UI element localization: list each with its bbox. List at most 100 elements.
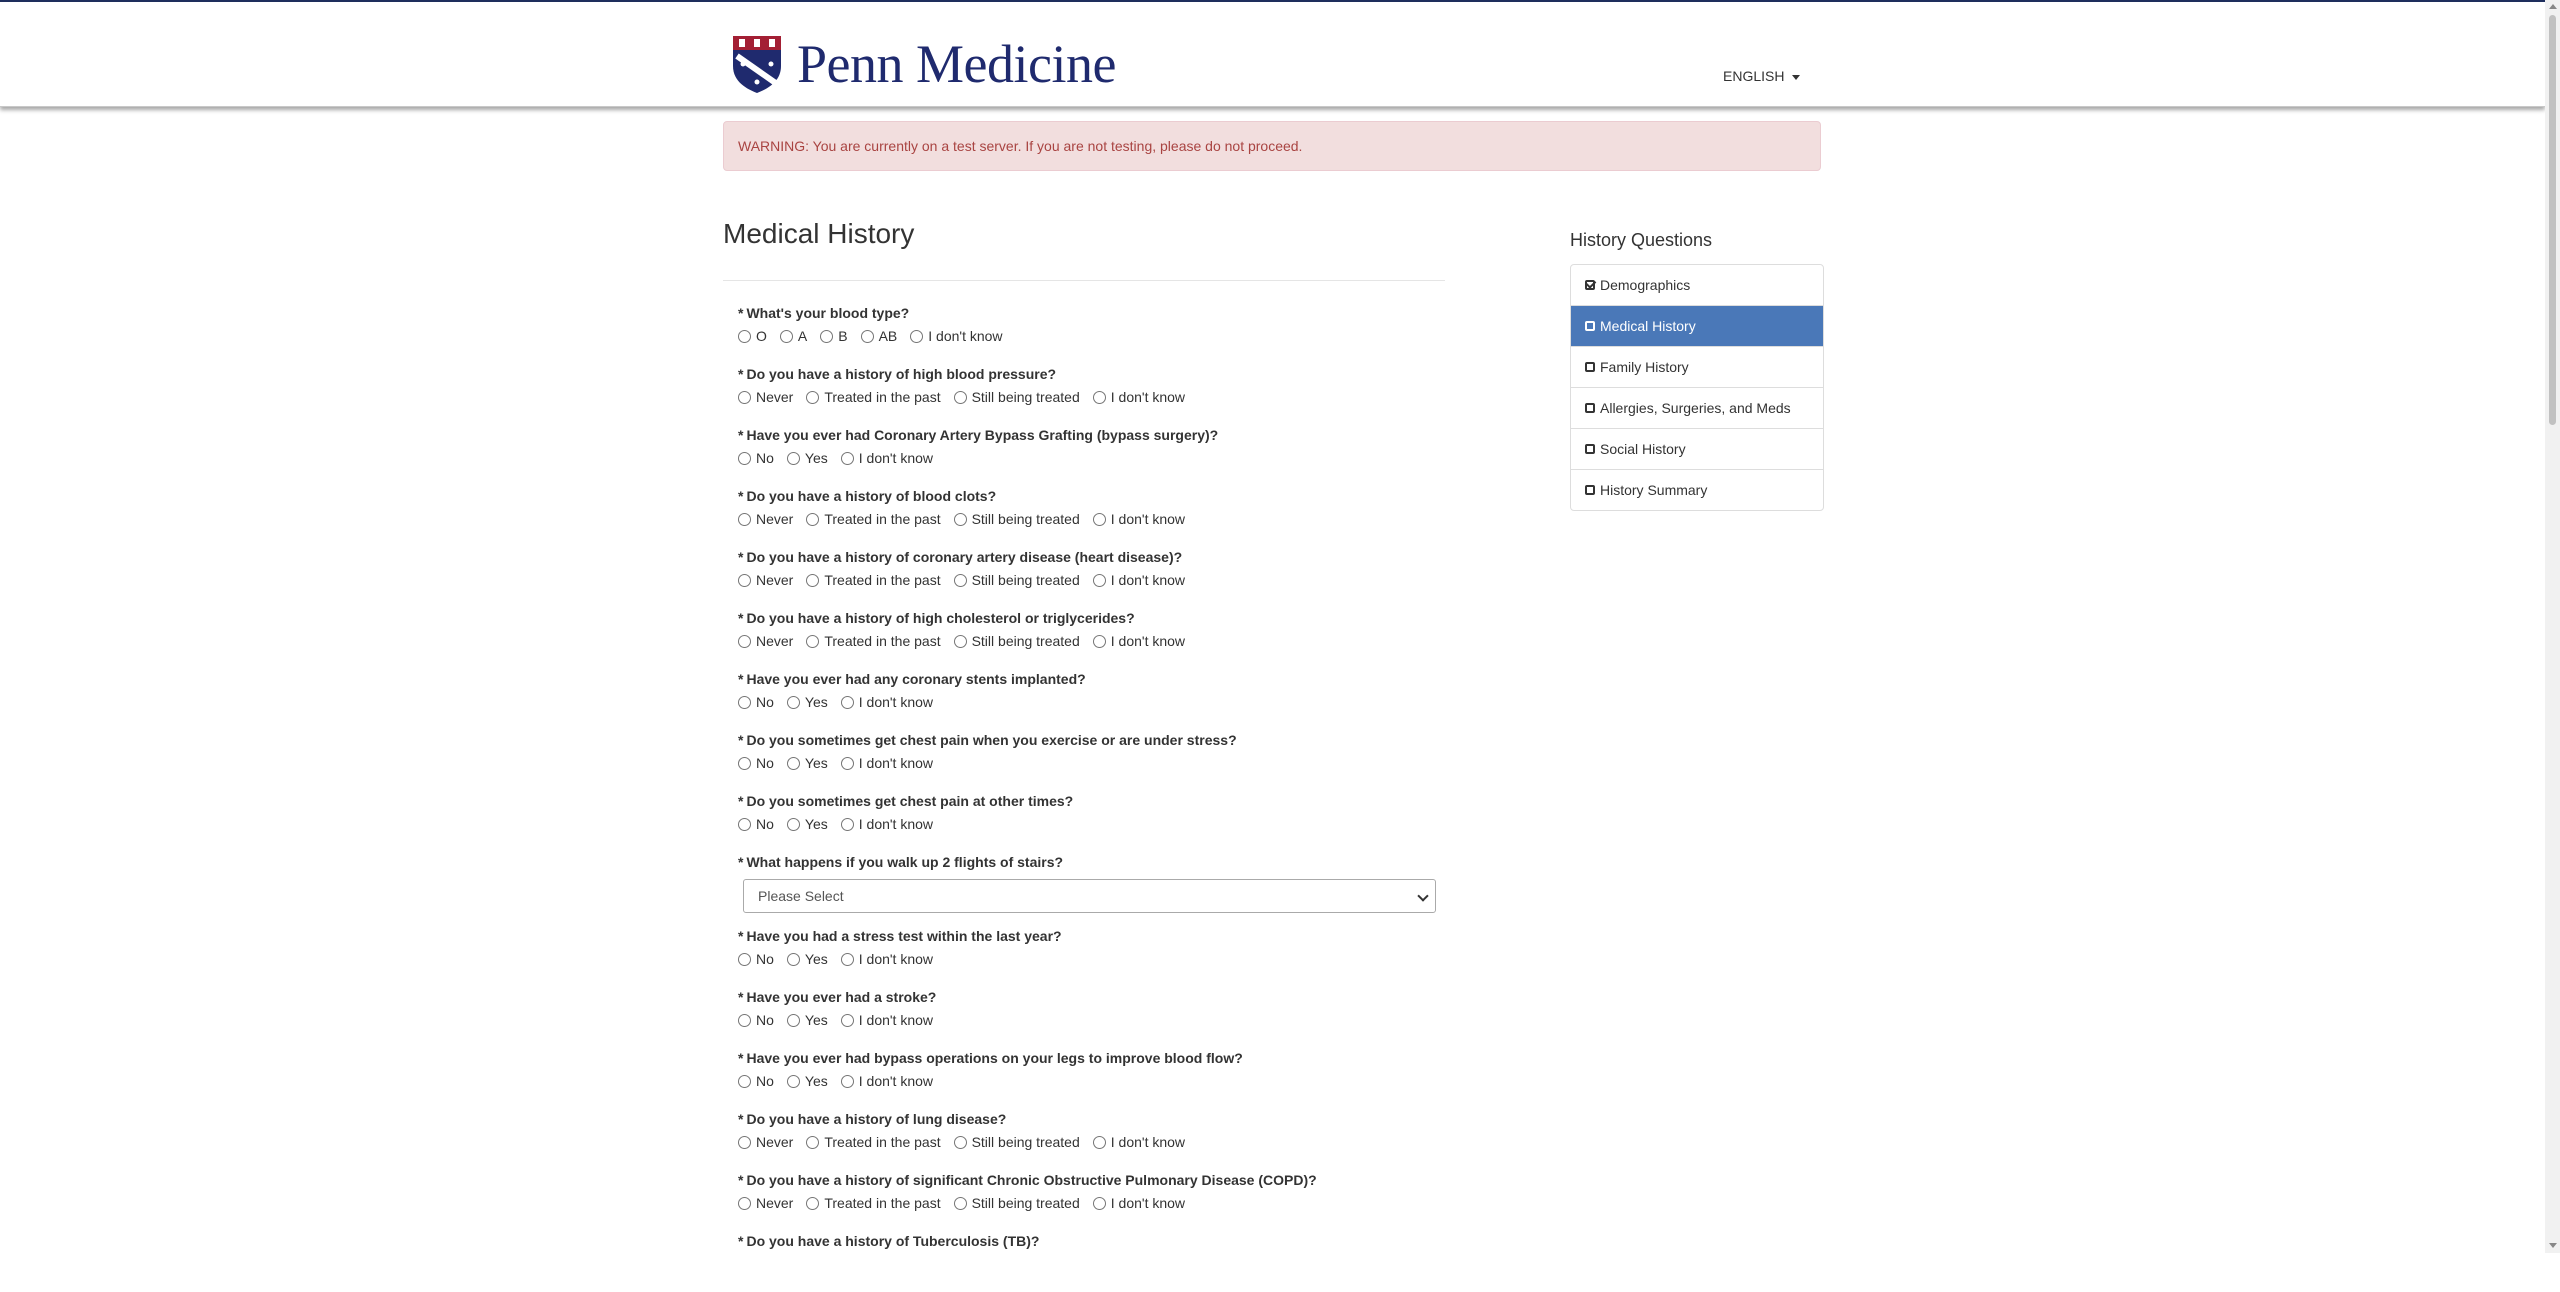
radio-option[interactable]: Yes [786,816,828,832]
radio-button[interactable] [840,451,854,465]
radio-button[interactable] [738,1074,751,1088]
radio-option[interactable]: No [738,694,774,710]
radio-option[interactable]: Never [738,389,793,405]
radio-button[interactable] [738,390,751,404]
radio-button[interactable] [1092,1135,1106,1149]
radio-button[interactable] [738,952,751,966]
language-dropdown[interactable]: ENGLISH [1723,68,1801,84]
radio-option[interactable]: Treated in the past [806,389,941,405]
radio-button[interactable] [840,1013,854,1027]
radio-button[interactable] [806,1196,820,1210]
scrollbar-thumb[interactable] [2549,15,2556,425]
radio-option[interactable]: Still being treated [953,572,1080,588]
radio-option[interactable]: Yes [786,1073,828,1089]
radio-option[interactable]: Never [738,1195,793,1211]
radio-option[interactable]: No [738,816,774,832]
radio-button[interactable] [786,1074,800,1088]
radio-button[interactable] [806,390,820,404]
radio-option[interactable]: I don't know [840,1073,933,1089]
radio-button[interactable] [1092,1196,1106,1210]
radio-option[interactable]: I don't know [1092,572,1185,588]
radio-option[interactable]: I don't know [840,450,933,466]
radio-option[interactable]: No [738,1012,774,1028]
radio-option[interactable]: Still being treated [953,633,1080,649]
radio-option[interactable]: Never [738,1134,793,1150]
radio-button[interactable] [738,1135,751,1149]
radio-option[interactable]: I don't know [840,816,933,832]
radio-button[interactable] [779,329,793,343]
radio-button[interactable] [738,329,751,343]
radio-button[interactable] [806,634,820,648]
radio-button[interactable] [840,695,854,709]
sidebar-item-family-history[interactable]: Family History [1571,347,1823,388]
sidebar-item-medical-history[interactable]: Medical History [1571,306,1823,347]
radio-button[interactable] [1092,634,1106,648]
radio-button[interactable] [738,1013,751,1027]
radio-button[interactable] [840,952,854,966]
radio-option[interactable]: Never [738,511,793,527]
radio-option[interactable]: No [738,951,774,967]
radio-option[interactable]: B [820,328,848,344]
radio-option[interactable]: Still being treated [953,1195,1080,1211]
radio-button[interactable] [953,573,967,587]
radio-button[interactable] [738,817,751,831]
radio-button[interactable] [1092,573,1106,587]
radio-button[interactable] [786,756,800,770]
radio-button[interactable] [738,1196,751,1210]
brand-logo[interactable]: Penn Medicine [731,34,1116,94]
radio-option[interactable]: I don't know [1092,511,1185,527]
radio-option[interactable]: Treated in the past [806,1134,941,1150]
sidebar-item-allergies-surgeries-and-meds[interactable]: Allergies, Surgeries, and Meds [1571,388,1823,429]
radio-button[interactable] [786,952,800,966]
radio-option[interactable]: Yes [786,951,828,967]
radio-option[interactable]: I don't know [1092,633,1185,649]
sidebar-item-history-summary[interactable]: History Summary [1571,470,1823,510]
radio-option[interactable]: Still being treated [953,389,1080,405]
radio-option[interactable]: No [738,755,774,771]
radio-button[interactable] [953,512,967,526]
radio-option[interactable]: Still being treated [953,511,1080,527]
radio-option[interactable]: Never [738,633,793,649]
radio-button[interactable] [786,695,800,709]
radio-button[interactable] [786,1013,800,1027]
sidebar-item-social-history[interactable]: Social History [1571,429,1823,470]
sidebar-item-demographics[interactable]: Demographics [1571,265,1823,306]
radio-button[interactable] [1092,390,1106,404]
radio-option[interactable]: No [738,450,774,466]
radio-button[interactable] [840,1074,854,1088]
radio-option[interactable]: Still being treated [953,1134,1080,1150]
scroll-down-icon[interactable] [2549,1243,2557,1248]
radio-option[interactable]: I don't know [1092,389,1185,405]
radio-option[interactable]: Never [738,572,793,588]
radio-option[interactable]: I don't know [840,755,933,771]
radio-option[interactable]: Yes [786,694,828,710]
radio-button[interactable] [738,512,751,526]
radio-option[interactable]: I don't know [840,694,933,710]
radio-option[interactable]: Treated in the past [806,633,941,649]
radio-option[interactable]: Treated in the past [806,1195,941,1211]
radio-button[interactable] [953,1135,967,1149]
radio-option[interactable]: I don't know [1092,1134,1185,1150]
radio-option[interactable]: I don't know [840,1012,933,1028]
radio-option[interactable]: AB [860,328,897,344]
radio-button[interactable] [786,817,800,831]
radio-option[interactable]: Treated in the past [806,511,941,527]
radio-button[interactable] [953,1196,967,1210]
radio-button[interactable] [738,756,751,770]
radio-option[interactable]: O [738,328,767,344]
radio-option[interactable]: Yes [786,755,828,771]
radio-option[interactable]: Treated in the past [806,572,941,588]
radio-option[interactable]: I don't know [840,951,933,967]
radio-button[interactable] [953,390,967,404]
radio-button[interactable] [786,451,800,465]
radio-button[interactable] [738,695,751,709]
radio-button[interactable] [860,329,874,343]
radio-button[interactable] [738,573,751,587]
radio-option[interactable]: Yes [786,1012,828,1028]
radio-option[interactable]: I don't know [910,328,1003,344]
radio-option[interactable]: Yes [786,450,828,466]
radio-button[interactable] [840,817,854,831]
radio-button[interactable] [910,329,924,343]
scroll-up-icon[interactable] [2549,4,2557,9]
radio-button[interactable] [806,573,820,587]
